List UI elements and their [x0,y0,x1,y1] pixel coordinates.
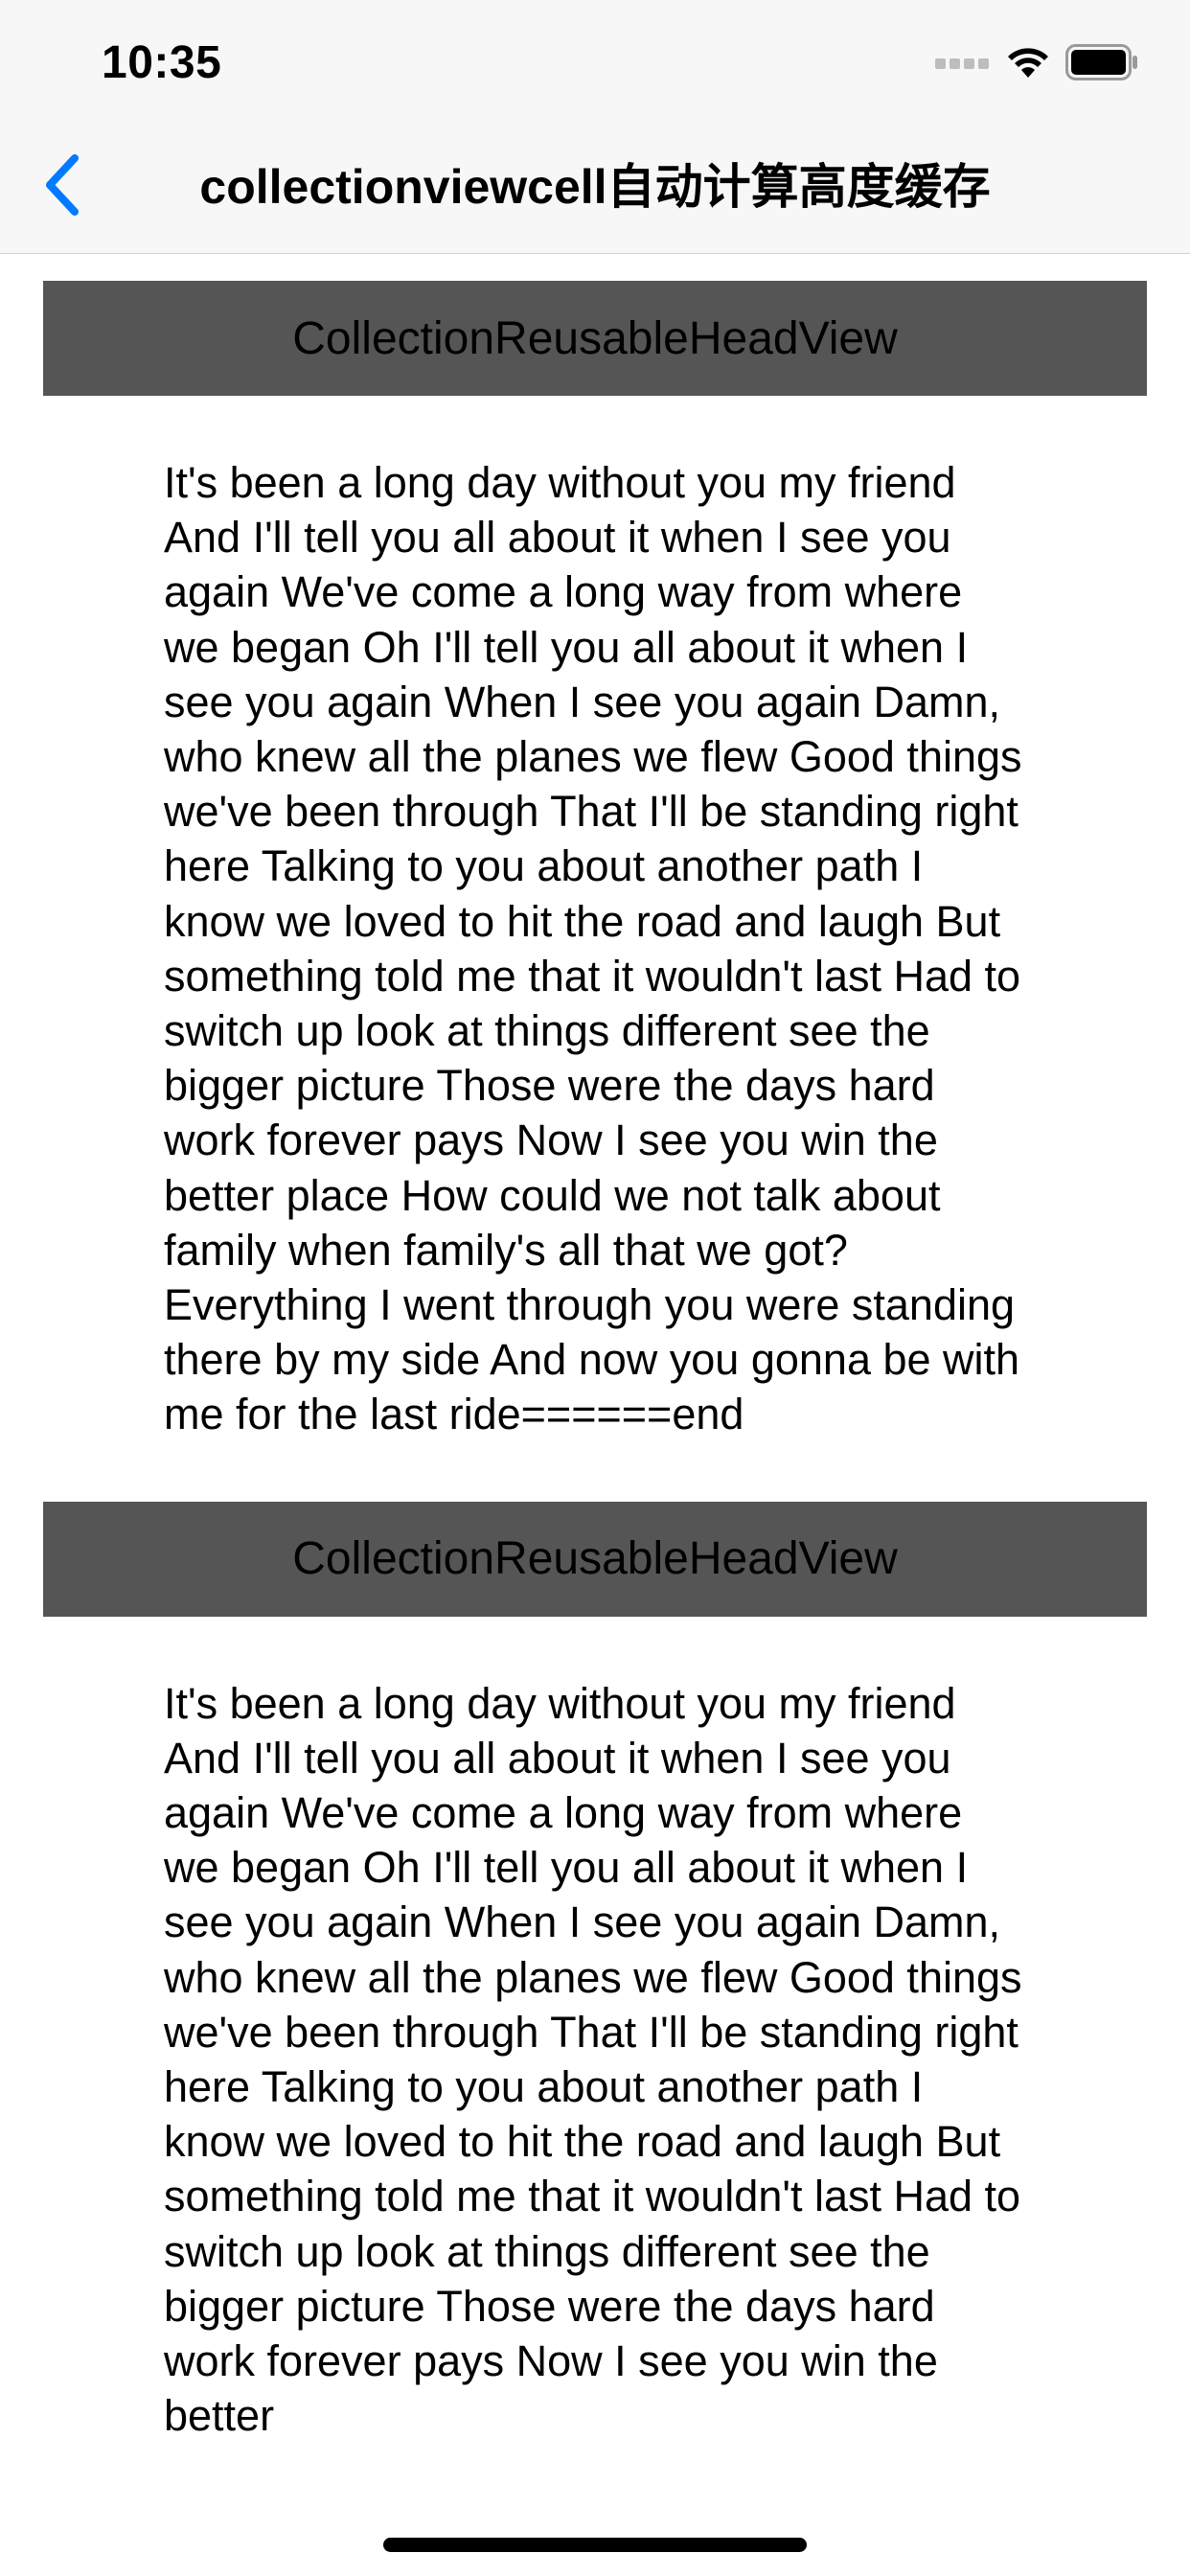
wifi-icon [1006,45,1050,84]
collection-section: CollectionReusableHeadView It's been a l… [0,281,1190,1502]
navigation-bar: collectionviewcell自动计算高度缓存 [0,125,1190,254]
section-header: CollectionReusableHeadView [43,281,1147,396]
nav-title: collectionviewcell自动计算高度缓存 [199,160,991,214]
home-indicator-area [0,2470,1190,2576]
collection-section: CollectionReusableHeadView It's been a l… [0,1501,1190,2470]
screen: 10:35 collectionviewcell自动计算高度缓存 Collect… [0,0,1190,2576]
cell-text: It's been a long day without you my frie… [164,458,1022,1439]
status-time: 10:35 [102,37,222,88]
cellular-signal-icon [935,56,991,74]
collection-cell[interactable]: It's been a long day without you my frie… [0,396,1190,1502]
collection-cell[interactable]: It's been a long day without you my frie… [0,1617,1190,2470]
status-bar: 10:35 [0,0,1190,125]
home-indicator[interactable] [383,2538,807,2552]
section-header: CollectionReusableHeadView [43,1501,1147,1617]
status-icons [935,43,1140,85]
cell-text: It's been a long day without you my frie… [164,1678,1022,2441]
battery-icon [1065,43,1140,85]
collection-view[interactable]: CollectionReusableHeadView It's been a l… [0,254,1190,2470]
